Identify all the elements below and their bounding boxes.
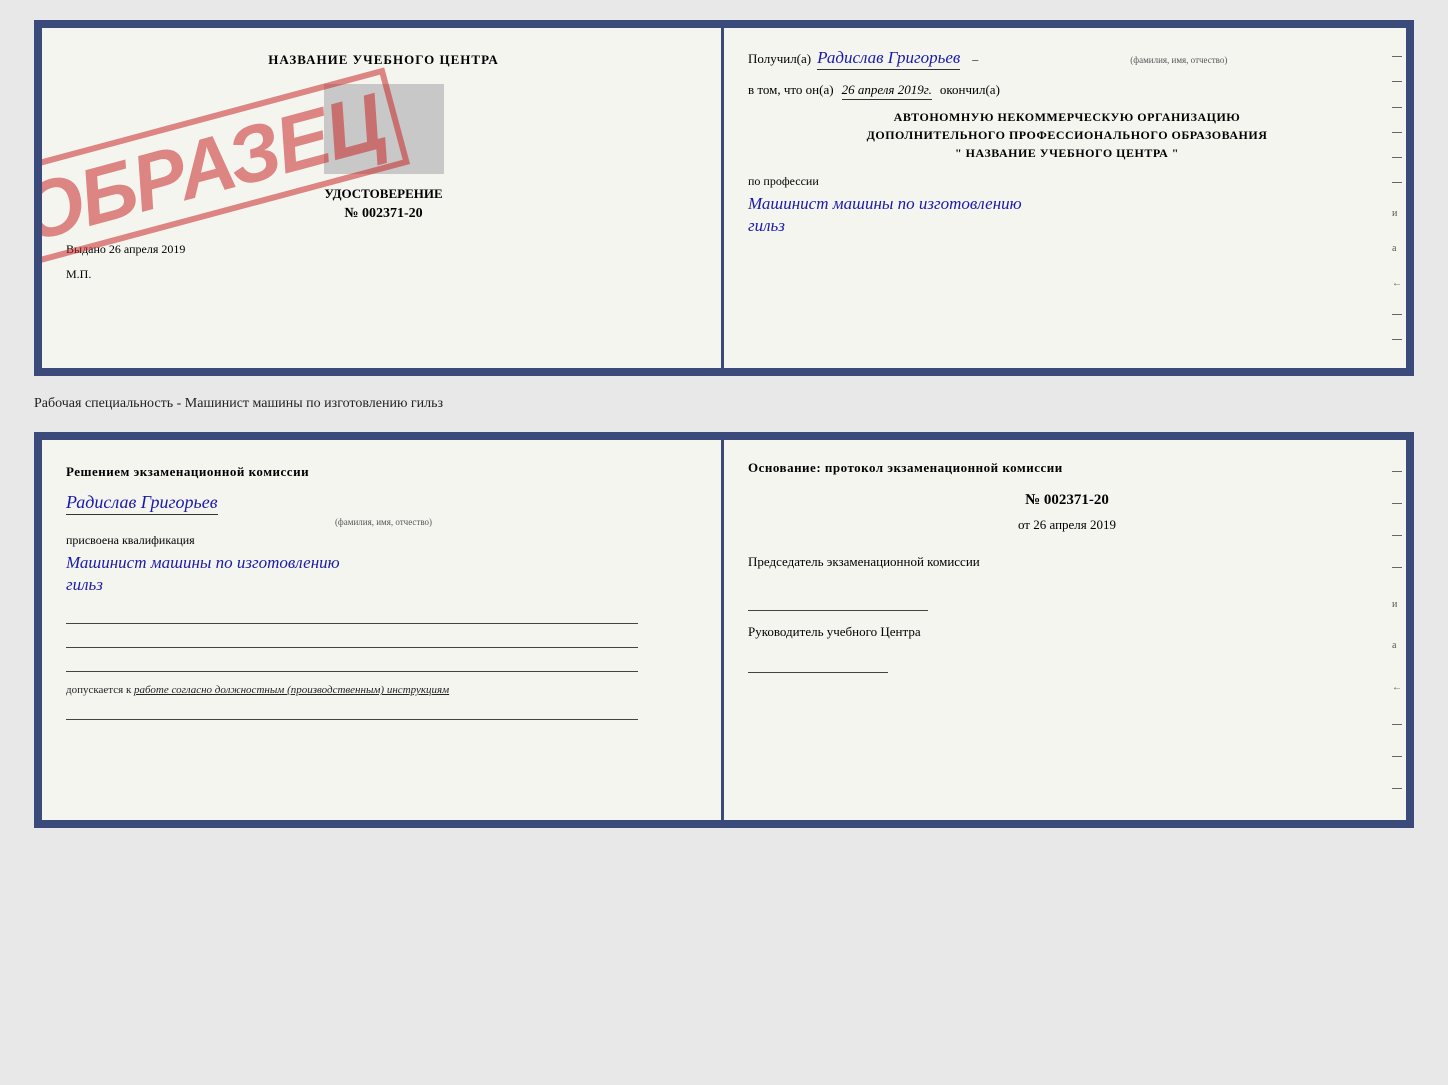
- okonchil-label: окончил(а): [940, 82, 1000, 98]
- rukovoditel-label: Руководитель учебного Центра: [748, 624, 921, 639]
- top-doc-left: НАЗВАНИЕ УЧЕБНОГО ЦЕНТРА УДОСТОВЕРЕНИЕ №…: [42, 28, 724, 368]
- separator-label: Рабочая специальность - Машинист машины …: [34, 392, 1414, 416]
- bottom-name-block: Радислав Григорьев: [66, 492, 701, 515]
- poluchil-line: Получил(а) Радислав Григорьев – (фамилия…: [748, 48, 1386, 70]
- org-block: АВТОНОМНУЮ НЕКОММЕРЧЕСКУЮ ОРГАНИЗАЦИЮ ДО…: [748, 108, 1386, 162]
- rukovoditel-block: Руководитель учебного Центра: [748, 623, 1386, 641]
- ot-date: от 26 апреля 2019: [748, 517, 1386, 533]
- bottom-date: 26 апреля 2019: [1033, 517, 1116, 532]
- bottom-document: Решением экзаменационной комиссии Радисл…: [34, 432, 1414, 828]
- obrazec-stamp: ОБРАЗЕЦ: [51, 38, 354, 298]
- vtom-label: в том, что он(а): [748, 82, 834, 98]
- bottom-doc-right: Основание: протокол экзаменационной коми…: [724, 440, 1406, 820]
- top-doc-right: Получил(а) Радислав Григорьев – (фамилия…: [724, 28, 1406, 368]
- udostoverenie-number: № 002371-20: [66, 206, 701, 222]
- vtom-line: в том, что он(а) 26 апреля 2019г. окончи…: [748, 82, 1386, 100]
- top-document: НАЗВАНИЕ УЧЕБНОГО ЦЕНТРА УДОСТОВЕРЕНИЕ №…: [34, 20, 1414, 376]
- ot-label: от: [1018, 517, 1030, 532]
- protocol-number: № 002371-20: [748, 492, 1386, 509]
- predsedatel-signature-line: [748, 587, 928, 611]
- predsedatel-label: Председатель экзаменационной комиссии: [748, 554, 980, 569]
- bottom-qualification: Машинист машины по изготовлению гильз: [66, 552, 701, 596]
- vydano-line: Выдано 26 апреля 2019: [66, 242, 701, 257]
- vydano-label: Выдано: [66, 242, 106, 256]
- bottom-right-edge-dashes: и а ←: [1392, 460, 1402, 800]
- top-center-name: НАЗВАНИЕ УЧЕБНОГО ЦЕНТРА: [66, 52, 701, 68]
- right-edge-dashes: и а ←: [1392, 48, 1402, 348]
- org-line3: " НАЗВАНИЕ УЧЕБНОГО ЦЕНТРА ": [748, 144, 1386, 162]
- osnovanie-title: Основание: протокол экзаменационной коми…: [748, 460, 1386, 476]
- underline-row-3: [66, 652, 638, 672]
- po-professii-label: по профессии: [748, 174, 1386, 189]
- dopuskaetsya-label: допускается к: [66, 684, 131, 696]
- recipient-name-top: Радислав Григорьев: [817, 48, 960, 70]
- mp-label: М.П.: [66, 267, 701, 282]
- poluchil-label: Получил(а): [748, 51, 811, 67]
- profession-cursive: Машинист машины по изготовлению гильз: [748, 193, 1386, 237]
- dopuskaetsya-italic: работе согласно должностным (производств…: [134, 684, 449, 696]
- bottom-recipient-name: Радислав Григорьев: [66, 492, 218, 515]
- bottom-fio-sub: (фамилия, имя, отчество): [66, 517, 701, 527]
- vydano-date: 26 апреля 2019: [109, 242, 185, 256]
- underline-row-1: [66, 604, 638, 624]
- top-date: 26 апреля 2019г.: [842, 82, 932, 100]
- bottom-doc-left: Решением экзаменационной комиссии Радисл…: [42, 440, 724, 820]
- org-line2: ДОПОЛНИТЕЛЬНОГО ПРОФЕССИОНАЛЬНОГО ОБРАЗО…: [748, 126, 1386, 144]
- fio-sub-top: (фамилия, имя, отчество): [1130, 55, 1227, 65]
- org-line1: АВТОНОМНУЮ НЕКОММЕРЧЕСКУЮ ОРГАНИЗАЦИЮ: [748, 108, 1386, 126]
- predsedatel-block: Председатель экзаменационной комиссии: [748, 553, 1386, 571]
- photo-placeholder: [324, 84, 444, 174]
- underline-row-4: [66, 700, 638, 720]
- udostoverenie-label: УДОСТОВЕРЕНИЕ: [66, 186, 701, 202]
- rukovoditel-signature-line: [748, 649, 888, 673]
- prisvoena-label: присвоена квалификация: [66, 533, 701, 548]
- underline-row-2: [66, 628, 638, 648]
- resheniem-title: Решением экзаменационной комиссии: [66, 464, 701, 480]
- bottom-underlines: [66, 604, 701, 672]
- dopuskaetsya-line: допускается к работе согласно должностны…: [66, 684, 701, 696]
